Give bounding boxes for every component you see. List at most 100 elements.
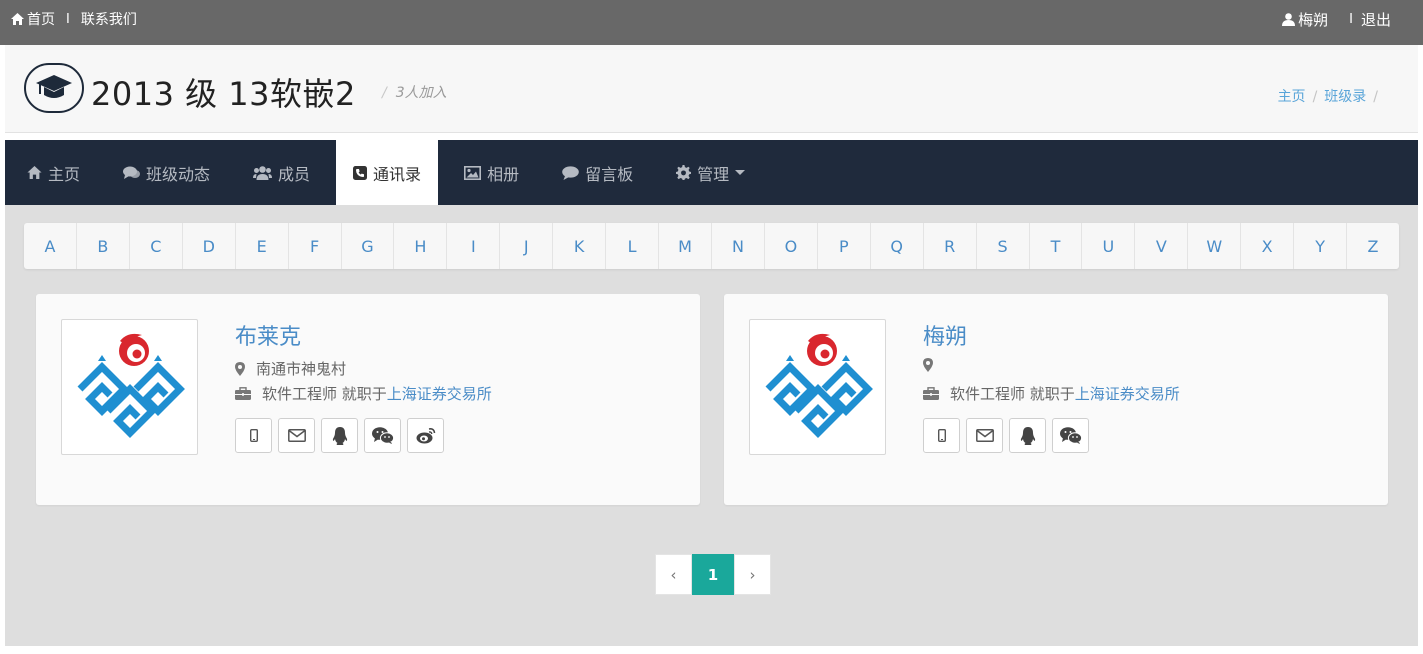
home-icon (11, 13, 24, 25)
home-link-label: 首页 (27, 12, 55, 28)
wechat-icon (1059, 427, 1082, 444)
topbar-separator-right: I (1349, 12, 1353, 27)
alphabet-letter-v[interactable]: V (1135, 223, 1189, 269)
nav-album[interactable]: 相册 (447, 140, 536, 205)
alphabet-letter-m[interactable]: M (659, 223, 712, 269)
briefcase-icon (923, 387, 939, 400)
nav-home[interactable]: 主页 (10, 140, 97, 205)
avatar (61, 319, 198, 455)
next-page-button[interactable]: › (734, 554, 771, 595)
contacts-panel: ABCDEFGHIJKLMNOPQRSTUVWXYZ 布莱克 南通市神鬼村 软件… (5, 205, 1418, 646)
graduation-cap-icon (24, 63, 84, 113)
nav-manage-label: 管理 (697, 164, 730, 184)
nav-album-label: 相册 (487, 164, 520, 184)
alphabet-letter-p[interactable]: P (818, 223, 871, 269)
avatar (749, 319, 886, 455)
nav-members[interactable]: 成员 (236, 140, 327, 205)
page-1-button[interactable]: 1 (692, 554, 734, 595)
contact-link-label: 联系我们 (80, 12, 137, 28)
alphabet-letter-g[interactable]: G (342, 223, 395, 269)
contact-actions (923, 418, 1095, 453)
alphabet-letter-b[interactable]: B (77, 223, 130, 269)
contact-job-title: 软件工程师 就职于 (262, 385, 387, 403)
weibo-button[interactable] (407, 418, 444, 453)
home-link[interactable]: 首页 (11, 9, 55, 29)
alphabet-letter-y[interactable]: Y (1294, 223, 1348, 269)
alphabet-letter-c[interactable]: C (130, 223, 183, 269)
alphabet-letter-u[interactable]: U (1082, 223, 1136, 269)
phone-square-icon (353, 165, 368, 180)
comment-icon (562, 165, 579, 180)
users-icon (253, 165, 273, 180)
contact-card: 布莱克 南通市神鬼村 软件工程师 就职于 上海证券交易所 (36, 294, 700, 505)
contact-card: 梅朔 软件工程师 就职于 上海证券交易所 (724, 294, 1388, 505)
prev-page-button[interactable]: ‹ (655, 554, 692, 595)
alphabet-letter-w[interactable]: W (1188, 223, 1242, 269)
alphabet-letter-t[interactable]: T (1030, 223, 1083, 269)
phone-button[interactable] (235, 418, 272, 453)
qq-button[interactable] (1009, 418, 1046, 453)
gear-icon (676, 165, 692, 180)
wechat-button[interactable] (364, 418, 401, 453)
alphabet-letter-a[interactable]: A (24, 223, 77, 269)
logout-link[interactable]: 退出 (1361, 9, 1391, 30)
alphabet-letter-o[interactable]: O (765, 223, 818, 269)
qq-button[interactable] (321, 418, 358, 453)
alphabet-letter-h[interactable]: H (394, 223, 448, 269)
member-count: / 3人加入 (382, 82, 447, 102)
breadcrumb-sep: / (1312, 89, 1318, 105)
email-button[interactable] (966, 418, 1003, 453)
alphabet-letter-s[interactable]: S (977, 223, 1030, 269)
qq-icon (332, 426, 347, 445)
breadcrumb-classbook[interactable]: 班级录 (1324, 89, 1366, 105)
contact-name[interactable]: 梅朔 (923, 319, 967, 351)
chevron-down-icon (735, 170, 746, 175)
nav-class-news-label: 班级动态 (146, 164, 211, 184)
breadcrumb-sep: / (1373, 89, 1378, 105)
alphabet-letter-i[interactable]: I (447, 223, 501, 269)
email-button[interactable] (278, 418, 315, 453)
user-menu[interactable]: 梅朔 (1282, 9, 1328, 30)
user-name: 梅朔 (1298, 11, 1329, 29)
alphabet-letter-z[interactable]: Z (1347, 223, 1399, 269)
alphabet-letter-e[interactable]: E (236, 223, 289, 269)
briefcase-icon (235, 387, 251, 400)
logout-label: 退出 (1360, 11, 1391, 29)
alphabet-letter-n[interactable]: N (712, 223, 765, 269)
alphabet-letter-k[interactable]: K (553, 223, 607, 269)
subtitle-slash: / (382, 85, 387, 101)
user-icon (1282, 13, 1296, 26)
breadcrumb-home[interactable]: 主页 (1278, 89, 1306, 105)
nav-manage[interactable]: 管理 (659, 140, 762, 205)
contact-company[interactable]: 上海证券交易所 (387, 383, 492, 404)
alphabet-letter-f[interactable]: F (289, 223, 342, 269)
contact-job: 软件工程师 就职于 上海证券交易所 (923, 383, 1180, 404)
nav-class-news[interactable]: 班级动态 (106, 140, 227, 205)
wechat-button[interactable] (1052, 418, 1089, 453)
mobile-icon (249, 429, 258, 442)
alphabet-letter-x[interactable]: X (1241, 223, 1295, 269)
contact-company[interactable]: 上海证券交易所 (1075, 383, 1180, 404)
phone-button[interactable] (923, 418, 960, 453)
contact-location: 南通市神鬼村 (235, 358, 346, 379)
nav-members-label: 成员 (278, 164, 311, 184)
nav-home-label: 主页 (48, 164, 81, 184)
nav-contacts[interactable]: 通讯录 (336, 140, 439, 205)
alphabet-letter-r[interactable]: R (924, 223, 977, 269)
contact-actions (235, 418, 450, 453)
weibo-icon (416, 428, 435, 444)
alphabet-letter-d[interactable]: D (183, 223, 236, 269)
comments-icon (123, 166, 141, 179)
nav-message-board[interactable]: 留言板 (545, 140, 650, 205)
map-marker-icon (923, 358, 933, 372)
home-icon (27, 166, 42, 179)
qq-icon (1020, 426, 1035, 445)
alphabet-letter-j[interactable]: J (500, 223, 554, 269)
contact-location-text: 南通市神鬼村 (256, 360, 347, 378)
alphabet-letter-q[interactable]: Q (871, 223, 924, 269)
contact-name[interactable]: 布莱克 (235, 319, 301, 351)
envelope-icon (975, 429, 994, 442)
contact-link[interactable]: 联系我们 (81, 9, 137, 29)
alphabet-filter: ABCDEFGHIJKLMNOPQRSTUVWXYZ (24, 223, 1399, 269)
alphabet-letter-l[interactable]: L (606, 223, 660, 269)
